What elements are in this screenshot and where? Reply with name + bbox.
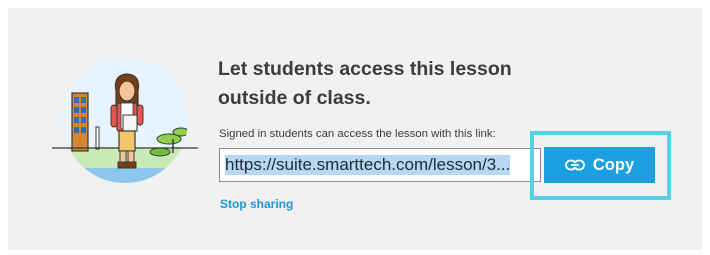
share-link-field[interactable]: https://suite.smarttech.com/lesson/3...	[219, 148, 541, 182]
copy-button-label: Copy	[592, 155, 635, 174]
link-icon	[564, 159, 585, 171]
share-panel: Let students access this lesson outside …	[8, 8, 702, 250]
share-hint-text: Signed in students can access the lesson…	[219, 128, 496, 140]
stop-sharing-link[interactable]: Stop sharing	[220, 197, 293, 211]
share-link-value[interactable]: https://suite.smarttech.com/lesson/3...	[225, 155, 511, 175]
student-with-tablet-illustration	[50, 55, 200, 185]
copy-button[interactable]: Copy	[544, 147, 655, 183]
share-heading: Let students access this lesson outside …	[218, 58, 512, 109]
